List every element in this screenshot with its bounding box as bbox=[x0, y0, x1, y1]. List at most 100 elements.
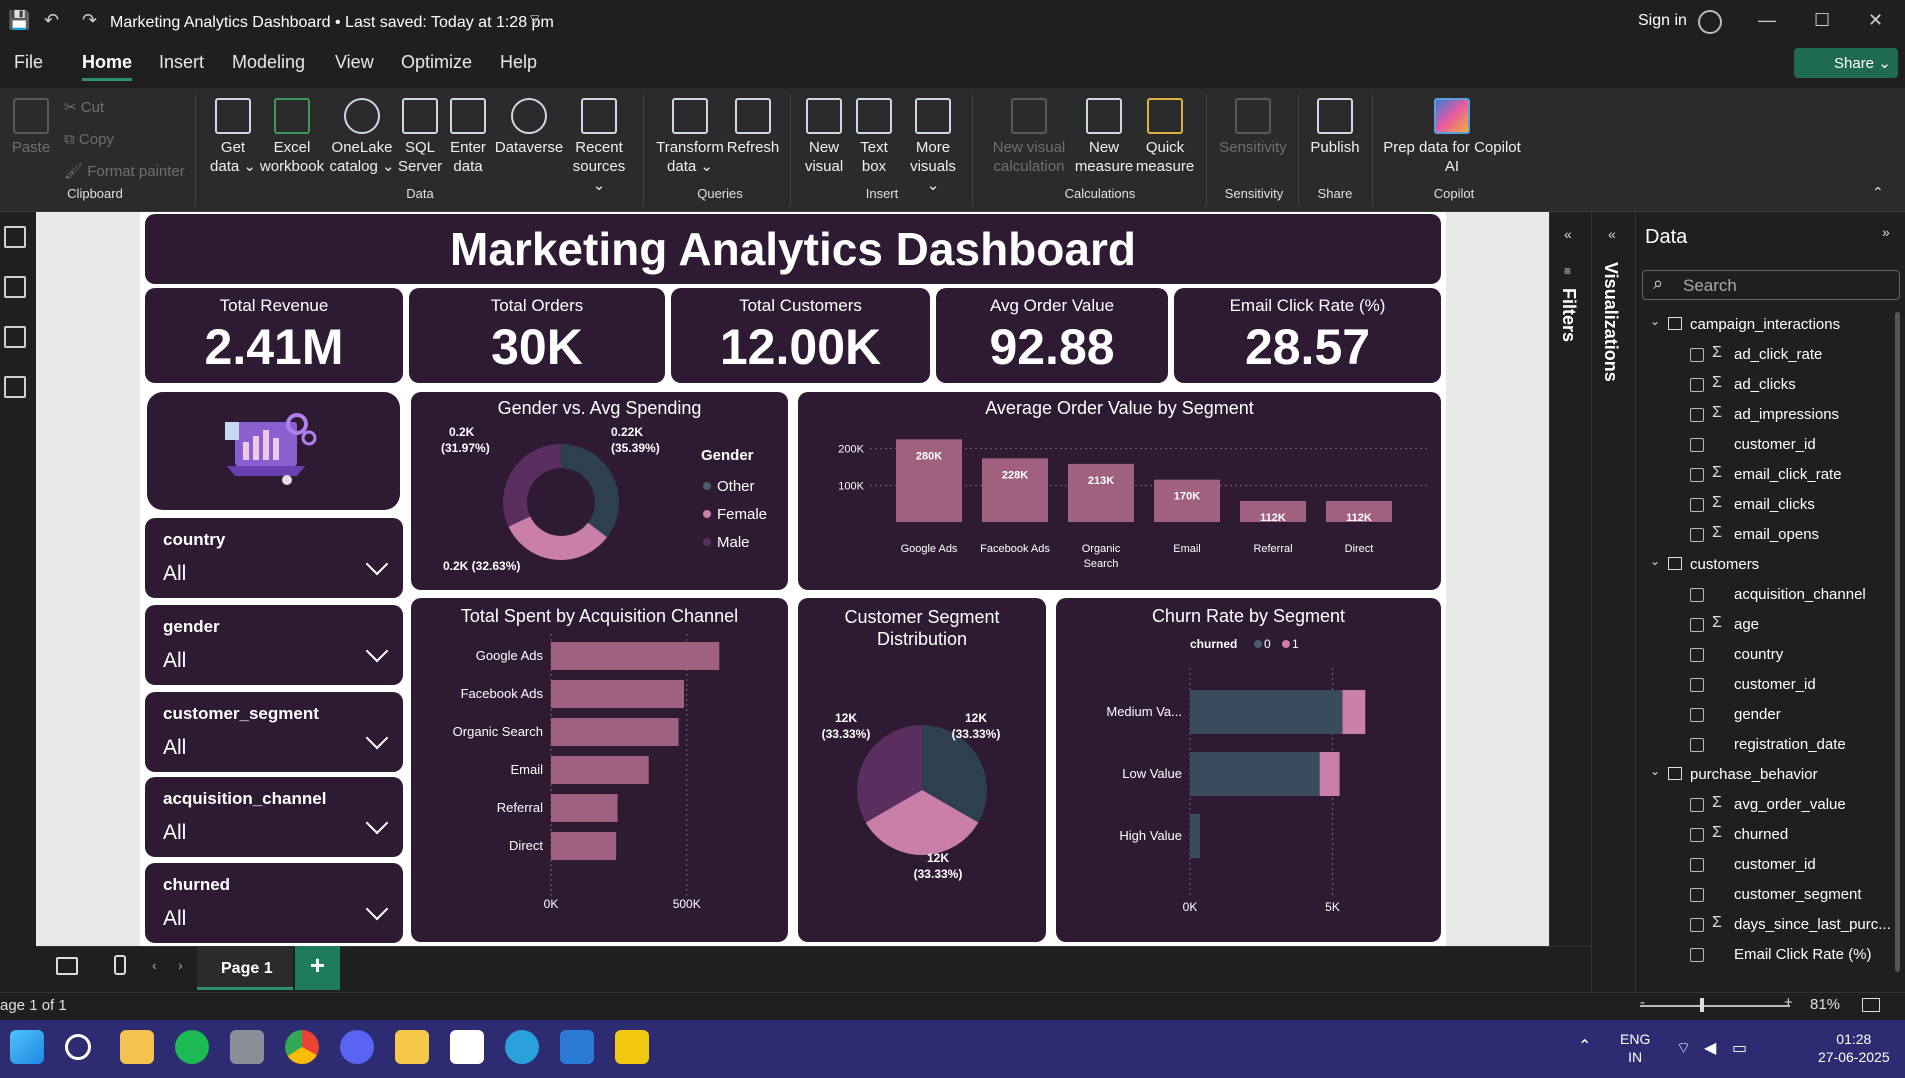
field-checkbox[interactable] bbox=[1690, 498, 1704, 512]
slicer-value[interactable]: All bbox=[163, 736, 186, 760]
battery-icon[interactable]: ▭ bbox=[1732, 1038, 1747, 1058]
calculator-icon[interactable] bbox=[230, 1030, 264, 1064]
recent-sources-button[interactable]: Recent sources ⌄ bbox=[566, 98, 632, 195]
quick-measure-button[interactable]: Quick measure bbox=[1134, 98, 1196, 176]
windows-start-icon[interactable] bbox=[10, 1030, 44, 1064]
publish-button[interactable]: Publish bbox=[1308, 98, 1362, 157]
field-checkbox[interactable] bbox=[1690, 588, 1704, 602]
get-data-button[interactable]: Get data ⌄ bbox=[210, 98, 256, 176]
data-field[interactable]: Σemail_clicks bbox=[1690, 492, 1890, 520]
menu-optimize[interactable]: Optimize bbox=[401, 52, 472, 73]
data-field[interactable]: Σchurned bbox=[1690, 822, 1890, 850]
field-checkbox[interactable] bbox=[1690, 738, 1704, 752]
wifi-icon[interactable]: ⌔ bbox=[1676, 1038, 1691, 1058]
sticky-notes-icon[interactable] bbox=[395, 1030, 429, 1064]
next-page-icon[interactable]: › bbox=[178, 957, 183, 973]
enter-data-button[interactable]: Enter data bbox=[446, 98, 490, 176]
menu-modeling[interactable]: Modeling bbox=[232, 52, 305, 73]
kpi-card-total-revenue[interactable]: Total Revenue 2.41M bbox=[145, 288, 403, 383]
sign-in-link[interactable]: Sign in bbox=[1638, 12, 1687, 30]
minimize-icon[interactable]: — bbox=[1758, 10, 1776, 31]
undo-icon[interactable]: ↶ bbox=[44, 10, 59, 31]
page-tab-1[interactable]: Page 1 bbox=[197, 946, 293, 990]
title-dropdown-icon[interactable]: ▽ bbox=[530, 12, 539, 26]
mobile-layout-icon[interactable] bbox=[114, 955, 126, 975]
dataverse-button[interactable]: Dataverse bbox=[494, 98, 564, 157]
field-checkbox[interactable] bbox=[1690, 678, 1704, 692]
expand-right-icon[interactable]: » bbox=[1882, 224, 1890, 240]
kpi-card-total-customers[interactable]: Total Customers 12.00K bbox=[671, 288, 930, 383]
chevron-down-icon[interactable] bbox=[365, 811, 389, 835]
slicer-value[interactable]: All bbox=[163, 649, 186, 673]
search-icon[interactable] bbox=[65, 1034, 91, 1060]
copy-button[interactable]: ⧉ Copy bbox=[64, 130, 114, 149]
field-checkbox[interactable] bbox=[1690, 528, 1704, 542]
slicer-value[interactable]: All bbox=[163, 907, 186, 931]
avatar-icon[interactable] bbox=[1698, 10, 1722, 34]
data-field[interactable]: Σavg_order_value bbox=[1690, 792, 1890, 820]
input-language[interactable]: ENG IN bbox=[1620, 1030, 1650, 1066]
data-field[interactable]: Σemail_opens bbox=[1690, 522, 1890, 550]
data-field[interactable]: customer_id bbox=[1690, 432, 1890, 460]
kpi-card-total-orders[interactable]: Total Orders 30K bbox=[409, 288, 665, 383]
field-checkbox[interactable] bbox=[1690, 438, 1704, 452]
chart-segment-distribution[interactable]: Customer Segment Distribution 12K (33.33%… bbox=[798, 598, 1046, 942]
chevron-down-icon[interactable]: ⌄ bbox=[1650, 554, 1660, 568]
menu-file[interactable]: File bbox=[14, 52, 43, 73]
visualizations-label[interactable]: Visualizations bbox=[1600, 262, 1621, 382]
onelake-catalog-button[interactable]: OneLake catalog ⌄ bbox=[328, 98, 396, 176]
clock[interactable]: 01:28 27-06-2025 bbox=[1818, 1030, 1890, 1066]
spotify-icon[interactable] bbox=[175, 1030, 209, 1064]
close-icon[interactable]: ✕ bbox=[1868, 10, 1883, 31]
chart-aov-by-segment[interactable]: Average Order Value by Segment 100K 200K 2… bbox=[798, 392, 1441, 590]
kpi-card-email-click-rate[interactable]: Email Click Rate (%) 28.57 bbox=[1174, 288, 1441, 383]
field-checkbox[interactable] bbox=[1690, 858, 1704, 872]
zoom-slider[interactable] bbox=[1640, 1005, 1790, 1007]
data-field[interactable]: Σad_clicks bbox=[1690, 372, 1890, 400]
maximize-icon[interactable]: ☐ bbox=[1814, 10, 1830, 31]
file-explorer-icon[interactable] bbox=[120, 1030, 154, 1064]
telegram-icon[interactable] bbox=[505, 1030, 539, 1064]
data-field[interactable]: Σemail_click_rate bbox=[1690, 462, 1890, 490]
table-view-icon[interactable] bbox=[4, 276, 26, 298]
desktop-layout-icon[interactable] bbox=[56, 957, 78, 975]
field-checkbox[interactable] bbox=[1690, 918, 1704, 932]
dashboard-title-card[interactable]: Marketing Analytics Dashboard bbox=[145, 214, 1441, 284]
sensitivity-button[interactable]: Sensitivity bbox=[1218, 98, 1288, 157]
new-visual-calculation-button[interactable]: New visual calculation bbox=[984, 98, 1074, 176]
prev-page-icon[interactable]: ‹ bbox=[152, 957, 157, 973]
chevron-down-icon[interactable]: ⌄ bbox=[1650, 764, 1660, 778]
chart-gender-avg-spending[interactable]: Gender vs. Avg Spending 0.22K (35.39%) 0.2… bbox=[411, 392, 788, 590]
new-visual-button[interactable]: New visual bbox=[802, 98, 846, 176]
sql-server-button[interactable]: SQL Server bbox=[398, 98, 442, 176]
zoom-in-icon[interactable]: + bbox=[1784, 994, 1793, 1011]
fit-to-page-icon[interactable] bbox=[1862, 998, 1880, 1012]
add-page-button[interactable]: + bbox=[295, 946, 340, 990]
redo-icon[interactable]: ↷ bbox=[82, 10, 97, 31]
dax-query-view-icon[interactable] bbox=[4, 376, 26, 398]
zoom-slider-thumb[interactable] bbox=[1700, 998, 1704, 1012]
field-checkbox[interactable] bbox=[1690, 468, 1704, 482]
tray-overflow-icon[interactable]: ⌃ bbox=[1578, 1036, 1591, 1056]
data-search-input[interactable]: ⌕ Search bbox=[1642, 270, 1900, 300]
slicer-churned[interactable]: churned All bbox=[145, 863, 403, 943]
field-checkbox[interactable] bbox=[1690, 888, 1704, 902]
menu-help[interactable]: Help bbox=[500, 52, 537, 73]
data-field[interactable]: Σdays_since_last_purc... bbox=[1690, 912, 1890, 940]
filters-label[interactable]: Filters bbox=[1558, 288, 1579, 342]
field-checkbox[interactable] bbox=[1690, 618, 1704, 632]
transform-data-button[interactable]: Transform data ⌄ bbox=[655, 98, 725, 176]
power-bi-icon[interactable] bbox=[615, 1030, 649, 1064]
slicer-country[interactable]: country All bbox=[145, 518, 403, 598]
chevron-down-icon[interactable] bbox=[365, 639, 389, 663]
vscode-icon[interactable] bbox=[560, 1030, 594, 1064]
data-field[interactable]: customer_id bbox=[1690, 852, 1890, 880]
chevron-down-icon[interactable] bbox=[365, 726, 389, 750]
volume-icon[interactable]: ◀ bbox=[1704, 1038, 1716, 1058]
zoom-out-icon[interactable]: - bbox=[1640, 994, 1645, 1011]
field-checkbox[interactable] bbox=[1690, 828, 1704, 842]
document-title[interactable]: Marketing Analytics Dashboard • Last sav… bbox=[110, 14, 554, 32]
chart-churn-by-segment[interactable]: Churn Rate by Segment churned 0 1 0K 5K Mediu… bbox=[1056, 598, 1441, 942]
data-field[interactable]: gender bbox=[1690, 702, 1890, 730]
slicer-customer-segment[interactable]: customer_segment All bbox=[145, 692, 403, 772]
